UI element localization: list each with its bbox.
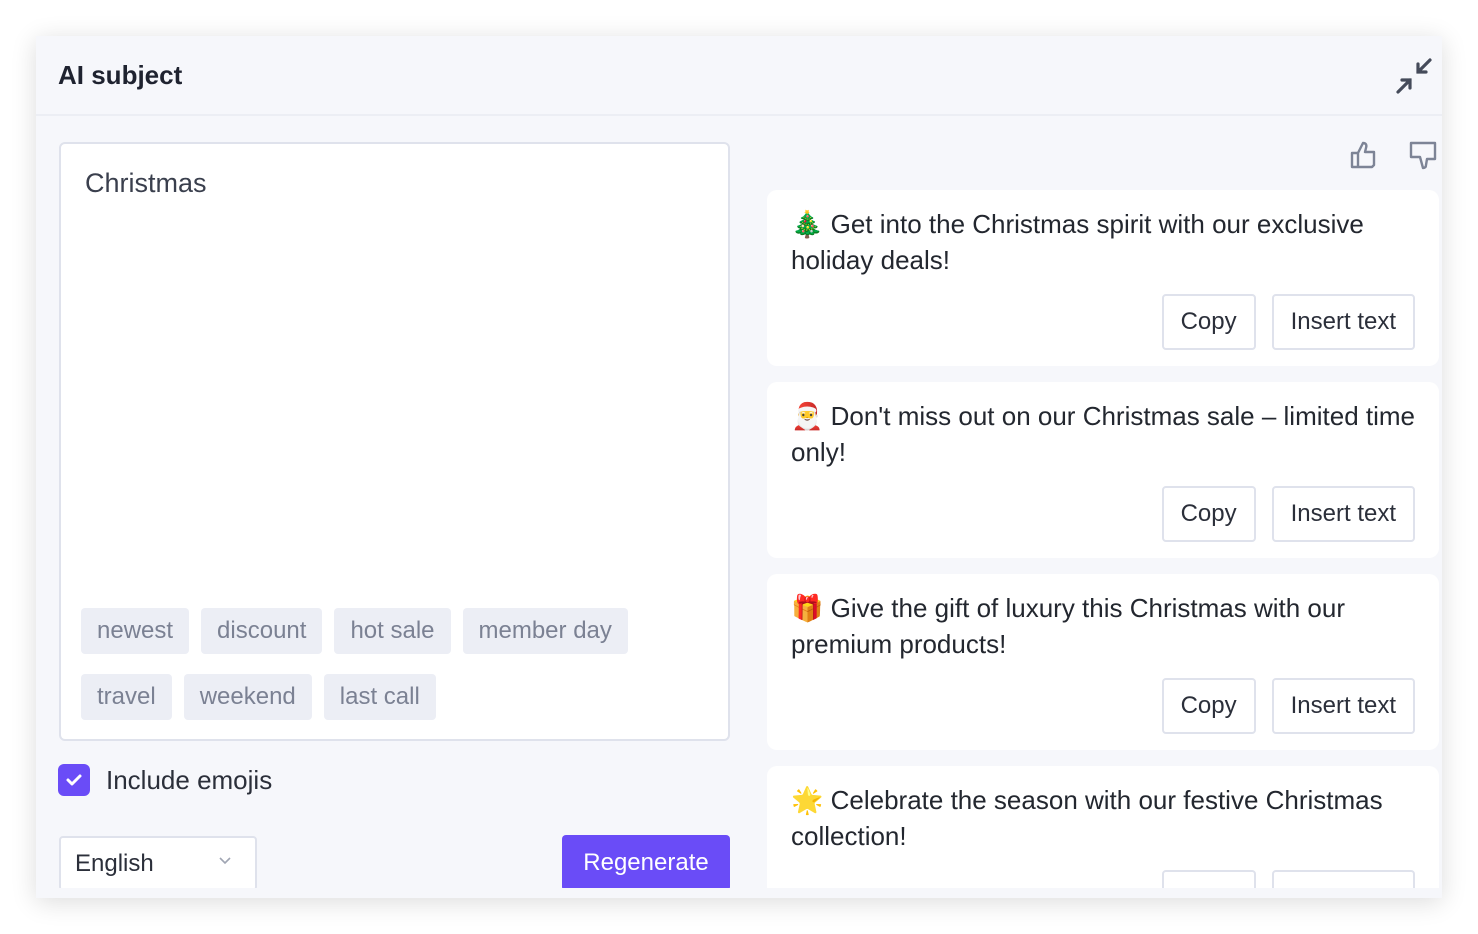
regenerate-button[interactable]: Regenerate <box>562 835 730 891</box>
ai-subject-panel: AI subject Christmas newest discount hot… <box>36 36 1442 898</box>
insert-text-button[interactable]: Insert text <box>1271 678 1415 734</box>
result-text: Don't miss out on our Christmas sale – l… <box>791 401 1415 467</box>
result-card: 🎁 Give the gift of luxury this Christmas… <box>767 574 1439 750</box>
include-emojis-checkbox[interactable]: Include emojis <box>58 764 272 796</box>
copy-button[interactable]: Copy <box>1161 678 1256 734</box>
tag-weekend[interactable]: weekend <box>183 674 312 720</box>
header: AI subject <box>36 36 1442 116</box>
tag-newest[interactable]: newest <box>81 608 190 654</box>
christmas-tree-emoji-icon: 🎄 <box>791 209 824 239</box>
result-card: 🌟 Celebrate the season with our festive … <box>767 766 1439 898</box>
tag-member-day[interactable]: member day <box>462 608 628 654</box>
panel-title: AI subject <box>58 60 183 90</box>
copy-button[interactable]: Copy <box>1161 486 1256 542</box>
checkmark-icon[interactable] <box>58 764 90 796</box>
topic-textarea[interactable]: Christmas newest discount hot sale membe… <box>59 142 730 741</box>
tag-hot-sale[interactable]: hot sale <box>334 608 451 654</box>
collapse-arrows-icon[interactable] <box>1394 56 1434 96</box>
copy-button[interactable]: Copy <box>1161 294 1256 350</box>
results-list: 🎄 Get into the Christmas spirit with our… <box>767 190 1439 898</box>
result-text: Give the gift of luxury this Christmas w… <box>791 593 1346 659</box>
gift-emoji-icon: 🎁 <box>791 593 824 623</box>
topic-text[interactable]: Christmas <box>85 168 207 199</box>
chevron-down-icon <box>219 857 231 865</box>
star-emoji-icon: 🌟 <box>791 785 824 815</box>
include-emojis-label: Include emojis <box>106 764 273 795</box>
insert-text-button[interactable]: Insert text <box>1271 294 1415 350</box>
result-text: Celebrate the season with our festive Ch… <box>791 785 1383 851</box>
result-text: Get into the Christmas spirit with our e… <box>791 209 1364 275</box>
santa-emoji-icon: 🎅 <box>791 401 824 431</box>
tag-discount[interactable]: discount <box>201 608 323 654</box>
thumbs-down-icon[interactable] <box>1408 140 1438 170</box>
language-value: English <box>75 850 154 877</box>
insert-text-button[interactable]: Insert text <box>1271 486 1415 542</box>
tag-last-call[interactable]: last call <box>323 674 436 720</box>
result-card: 🎄 Get into the Christmas spirit with our… <box>767 190 1439 366</box>
tag-travel[interactable]: travel <box>81 674 172 720</box>
language-select[interactable]: English <box>59 836 257 891</box>
thumbs-up-icon[interactable] <box>1349 140 1379 170</box>
panel-bottom-edge <box>36 888 1442 898</box>
result-card: 🎅 Don't miss out on our Christmas sale –… <box>767 382 1439 558</box>
tag-list: newest discount hot sale member day trav… <box>81 608 681 720</box>
